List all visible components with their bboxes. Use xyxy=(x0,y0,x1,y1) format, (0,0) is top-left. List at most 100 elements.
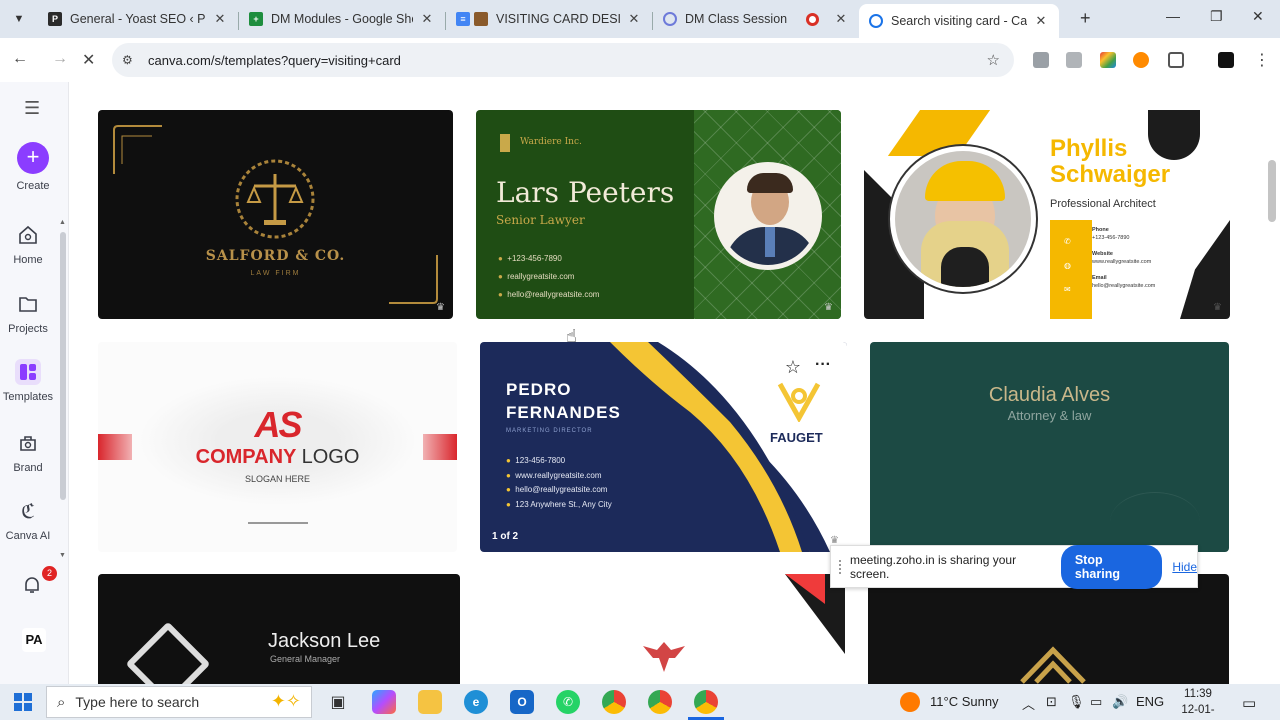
chrome-icon[interactable] xyxy=(602,690,626,714)
location-icon: ● xyxy=(506,499,511,509)
taskbar-clock[interactable]: 11:39 12-01-2026 xyxy=(1170,686,1226,720)
gold-corner-ornament xyxy=(389,255,438,304)
task-view-icon[interactable]: ▣ xyxy=(326,690,350,714)
chrome-profile-icon[interactable] xyxy=(648,690,672,714)
architect-portrait xyxy=(890,146,1036,292)
close-icon[interactable]: ✕ xyxy=(1033,13,1049,29)
chrome-active-icon[interactable] xyxy=(694,690,718,714)
sidebar-scrollbar[interactable] xyxy=(60,232,66,500)
template-card-salford[interactable]: SALFORD & CO. LAW FIRM ♛ xyxy=(98,110,453,319)
close-icon[interactable]: ✕ xyxy=(419,11,435,27)
email-icon: ● xyxy=(506,485,511,494)
create-button[interactable]: + Create xyxy=(5,142,61,192)
new-tab-button[interactable]: + xyxy=(1080,8,1091,29)
tab-strip: ▼ P General - Yoast SEO ‹ Palin A ✕ + DM… xyxy=(0,0,1280,38)
sidebar-item-projects[interactable]: Projects xyxy=(0,291,56,335)
window-close-icon[interactable]: ✕ xyxy=(1252,8,1264,25)
phone-icon: ● xyxy=(506,456,511,465)
tab-yoast[interactable]: P General - Yoast SEO ‹ Palin A ✕ xyxy=(38,4,238,34)
stop-sharing-button[interactable]: Stop sharing xyxy=(1060,544,1163,589)
tray-chevron-up-icon[interactable]: ︿ xyxy=(1022,694,1035,713)
forward-icon[interactable]: → xyxy=(52,50,68,68)
fox-extension-icon[interactable] xyxy=(1133,52,1149,68)
tray-app-icon[interactable]: ⊡ xyxy=(1046,694,1057,710)
microphone-icon[interactable]: 🎙 xyxy=(1068,694,1085,710)
email-icon: ● xyxy=(498,290,503,299)
taskbar-search[interactable]: ⌕ Type here to search ✦✧ xyxy=(46,686,312,718)
windows-start-icon[interactable] xyxy=(14,693,32,711)
gold-corner-ornament xyxy=(113,125,162,174)
drag-handle-icon[interactable] xyxy=(839,559,842,574)
tab-search-chevron-icon[interactable]: ▼ xyxy=(8,8,30,30)
template-card-lars-peeters[interactable]: Wardiere Inc. Lars Peeters Senior Lawyer… xyxy=(476,110,841,319)
cast-extension-icon[interactable] xyxy=(1066,52,1082,68)
camera-extension-icon[interactable] xyxy=(1033,52,1049,68)
puzzle-extensions-icon[interactable] xyxy=(1168,52,1184,68)
minimize-icon[interactable]: — xyxy=(1166,8,1180,24)
sidebar-item-home[interactable]: Home xyxy=(0,222,56,266)
url-text[interactable]: canva.com/s/templates?query=visiting+car… xyxy=(148,53,401,68)
template-card-phyllis-schwaiger[interactable]: Phyllis Schwaiger Professional Architect… xyxy=(864,110,1230,319)
claudia-name: Claudia Alves xyxy=(988,384,1111,406)
web-icon: ● xyxy=(506,470,511,480)
outlook-icon[interactable]: O xyxy=(510,690,534,714)
template-card-company-logo[interactable]: AS COMPANY LOGO SLOGAN HERE xyxy=(98,342,457,552)
browser-toolbar: ← → ✕ ⚙ canva.com/s/templates?query=visi… xyxy=(0,38,1280,82)
menu-kebab-icon[interactable]: ⋮ xyxy=(1254,50,1270,70)
notification-center-icon[interactable]: ▭ xyxy=(1242,694,1256,712)
site-info-icon[interactable]: ⚙ xyxy=(122,53,138,67)
notifications-button[interactable]: 2 xyxy=(4,566,60,604)
color-extension-icon[interactable] xyxy=(1100,52,1116,68)
sidebar-item-canva-ai[interactable]: ℭ Canva AI xyxy=(0,498,56,542)
hand-cursor-icon: ☝ xyxy=(566,326,577,346)
sidebar-item-brand[interactable]: Brand xyxy=(0,430,56,474)
tab-dm-modules[interactable]: + DM Modules - Google Shee ✕ xyxy=(239,4,445,34)
battery-icon[interactable]: ▭ xyxy=(1090,694,1102,710)
edge-icon[interactable]: e xyxy=(464,690,488,714)
profile-icon[interactable] xyxy=(1218,52,1234,68)
dark-accent xyxy=(1148,110,1200,160)
restore-icon[interactable]: ❐ xyxy=(1210,8,1223,25)
sidebar-item-templates[interactable]: Templates xyxy=(0,359,56,403)
scroll-up-icon[interactable]: ▲ xyxy=(59,219,66,226)
weather-text[interactable]: 11°C Sunny xyxy=(930,694,999,709)
close-icon[interactable]: ✕ xyxy=(212,11,228,27)
close-icon[interactable]: ✕ xyxy=(626,11,642,27)
address-bar[interactable]: ⚙ canva.com/s/templates?query=visiting+c… xyxy=(112,43,1014,77)
stop-loading-icon[interactable]: ✕ xyxy=(82,50,95,70)
favorite-star-icon[interactable]: ☆ xyxy=(782,356,804,378)
more-options-icon[interactable]: ··· xyxy=(812,356,834,378)
copilot-icon[interactable] xyxy=(372,690,396,714)
back-icon[interactable]: ← xyxy=(12,50,28,68)
hide-link[interactable]: Hide xyxy=(1172,560,1197,574)
tab-canva-active[interactable]: Search visiting card - Canva ✕ xyxy=(859,4,1059,38)
page-indicator: 1 of 2 xyxy=(492,531,519,542)
volume-icon[interactable]: 🔊 xyxy=(1112,694,1128,710)
web-icon: ● xyxy=(498,272,503,281)
gold-chevron-logo-icon xyxy=(1020,646,1086,684)
language-indicator[interactable]: ENG xyxy=(1136,694,1164,709)
lawyer-portrait xyxy=(714,162,822,270)
eagle-emblem-icon xyxy=(643,642,685,672)
premium-crown-icon: ♛ xyxy=(824,302,833,313)
weather-icon[interactable] xyxy=(900,692,920,712)
template-card-jackson-lee[interactable]: Jackson Lee General Manager xyxy=(98,574,460,684)
file-explorer-icon[interactable] xyxy=(418,690,442,714)
tab-dm-class-session[interactable]: DM Class Session ✕ xyxy=(653,4,859,34)
bell-icon xyxy=(19,572,45,598)
account-avatar[interactable]: PA xyxy=(22,628,46,652)
template-card-pedro-fernandes[interactable]: PEDRO FERNANDES MARKETING DIRECTOR ● 123… xyxy=(480,342,847,552)
hamburger-menu-icon[interactable]: ☰ xyxy=(24,98,40,119)
wordpress-icon: P xyxy=(48,12,62,26)
zoho-meeting-icon xyxy=(663,12,677,26)
tab-visiting-card-design[interactable]: ≡ VISITING CARD DESIGN ✕ xyxy=(446,4,652,34)
bookmark-star-icon[interactable]: ☆ xyxy=(987,51,1000,69)
phone-icon: ● xyxy=(498,254,503,263)
whatsapp-icon[interactable]: ✆ xyxy=(556,690,580,714)
close-icon[interactable]: ✕ xyxy=(833,11,849,27)
template-card-gold-chevron[interactable] xyxy=(868,574,1229,684)
page-scrollbar[interactable] xyxy=(1268,160,1276,222)
template-card-red-emblem[interactable] xyxy=(483,574,845,684)
scroll-down-icon[interactable]: ▼ xyxy=(59,552,66,559)
template-card-claudia-alves[interactable]: Claudia Alves Attorney & law xyxy=(870,342,1229,552)
